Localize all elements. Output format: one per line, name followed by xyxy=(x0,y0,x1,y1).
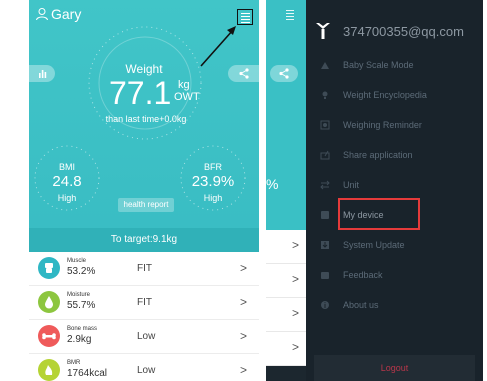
weight-difference: than last time+0.0kg xyxy=(105,114,187,124)
menu-item-label: Unit xyxy=(343,180,360,190)
metric-status: Low xyxy=(137,331,156,342)
bfr-status: High xyxy=(203,193,223,203)
account-email[interactable]: 374700355@qq.com xyxy=(343,24,464,39)
bfr-label: BFR xyxy=(204,162,222,172)
metric-status: FIT xyxy=(137,297,152,308)
metric-value: 53.2% xyxy=(67,266,96,277)
body-metrics-list-behind: > > > > xyxy=(266,230,306,366)
highlight-box xyxy=(338,198,420,230)
metric-name: Muscle xyxy=(67,258,87,264)
bfr-value: 23.9% xyxy=(191,173,235,190)
list-item[interactable]: > xyxy=(266,332,306,366)
baby-icon xyxy=(321,62,329,69)
chevron-right-icon: > xyxy=(292,238,300,252)
list-item[interactable]: BMR 1764kcal Low > xyxy=(29,354,259,381)
body-metrics-list: Muscle 53.2% FIT > Moisture 55.7% FIT > … xyxy=(29,252,259,381)
weight-summary-panel-behind xyxy=(266,0,306,230)
menu-item-label: Share application xyxy=(343,150,413,160)
menu-item-feedback[interactable]: Feedback xyxy=(306,260,483,290)
bmi-label: BMI xyxy=(58,162,75,172)
menu-item-weight-encyclopedia[interactable]: Weight Encyclopedia xyxy=(306,80,483,110)
bone-icon xyxy=(38,325,60,347)
weight-status-tag: OWT xyxy=(174,91,200,103)
menu-item-label: Feedback xyxy=(343,270,383,280)
menu-item-label: Baby Scale Mode xyxy=(343,60,414,70)
user-name[interactable]: Gary xyxy=(51,6,81,22)
metric-value: 55.7% xyxy=(67,300,96,311)
chevron-right-icon: > xyxy=(240,329,248,343)
weight-label: Weight xyxy=(125,62,163,76)
chevron-right-icon: > xyxy=(240,363,248,377)
metric-name: Moisture xyxy=(67,292,91,298)
share-button-behind[interactable] xyxy=(270,65,298,82)
menu-item-label: About us xyxy=(343,300,379,310)
weight-value: 77.1 xyxy=(109,75,172,111)
menu-item-about-us[interactable]: About us xyxy=(306,290,483,320)
home-screen-behind-drawer: % > > > > xyxy=(266,0,306,381)
metric-value: 1764kcal xyxy=(67,368,108,379)
menu-icon[interactable] xyxy=(286,10,296,20)
bmi-value: 24.8 xyxy=(52,173,82,190)
flame-icon xyxy=(38,359,60,381)
drawer-screen: % > > > > 374700355@qq.com Baby Scale Mo… xyxy=(266,0,483,381)
chevron-right-icon: > xyxy=(292,306,300,320)
chevron-right-icon: > xyxy=(240,295,248,309)
share-icon xyxy=(279,68,289,79)
list-item[interactable]: > xyxy=(266,298,306,332)
swap-icon xyxy=(320,180,330,190)
menu-item-baby-scale-mode[interactable]: Baby Scale Mode xyxy=(306,50,483,80)
metric-name: BMR xyxy=(67,360,81,366)
drawer-menu: Baby Scale Mode Weight Encyclopedia Weig… xyxy=(306,50,483,320)
metric-value: 2.9kg xyxy=(67,334,92,345)
alarm-icon xyxy=(320,120,330,130)
list-item[interactable]: Moisture 55.7% FIT > xyxy=(29,286,259,320)
device-icon xyxy=(321,211,329,219)
chevron-right-icon: > xyxy=(292,272,300,286)
logout-button[interactable]: Logout xyxy=(314,355,475,381)
home-screen: Gary Weight 77.1 kg OWT than last time+0… xyxy=(29,0,259,381)
water-drop-icon xyxy=(38,291,60,313)
health-report-button[interactable]: health report xyxy=(118,198,174,212)
menu-item-unit[interactable]: Unit xyxy=(306,170,483,200)
menu-item-share-application[interactable]: Share application xyxy=(306,140,483,170)
menu-item-system-update[interactable]: System Update xyxy=(306,230,483,260)
menu-item-label: Weight Encyclopedia xyxy=(343,90,427,100)
menu-item-label: Weighing Reminder xyxy=(343,120,422,130)
list-item[interactable]: > xyxy=(266,264,306,298)
chevron-right-icon: > xyxy=(240,261,248,275)
bfr-value-partial: % xyxy=(266,176,279,192)
menu-item-weighing-reminder[interactable]: Weighing Reminder xyxy=(306,110,483,140)
menu-item-label: System Update xyxy=(343,240,405,250)
lightbulb-icon xyxy=(322,91,328,99)
menu-button[interactable] xyxy=(237,9,253,25)
navigation-drawer: 374700355@qq.com Baby Scale Mode Weight … xyxy=(306,0,483,381)
user-icon[interactable] xyxy=(35,7,49,21)
target-weight-bar: To target:9.1kg xyxy=(29,228,259,252)
info-icon xyxy=(321,301,329,309)
app-logo-icon xyxy=(316,23,330,39)
list-item[interactable]: > xyxy=(266,230,306,264)
download-icon xyxy=(321,241,329,249)
weight-unit: kg xyxy=(178,79,190,91)
metric-status: FIT xyxy=(137,263,152,274)
weight-summary-panel: Gary Weight 77.1 kg OWT than last time+0… xyxy=(29,0,259,252)
feedback-icon xyxy=(321,272,329,279)
share-icon xyxy=(320,150,330,160)
bmi-status: High xyxy=(57,193,77,203)
metric-status: Low xyxy=(137,365,156,376)
chevron-right-icon: > xyxy=(292,340,300,354)
list-item[interactable]: Bone mass 2.9kg Low > xyxy=(29,320,259,354)
screenshot-root: Gary Weight 77.1 kg OWT than last time+0… xyxy=(0,0,487,381)
muscle-icon xyxy=(38,257,60,279)
metric-name: Bone mass xyxy=(67,326,98,332)
list-item[interactable]: Muscle 53.2% FIT > xyxy=(29,252,259,286)
